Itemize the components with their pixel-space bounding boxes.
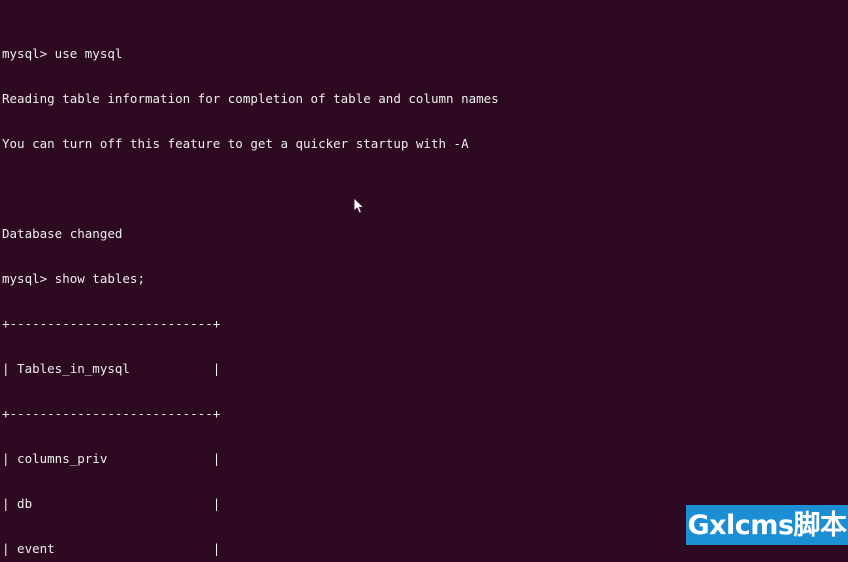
table-row: | db | — [2, 496, 221, 511]
terminal-line-turnoff-hint: You can turn off this feature to get a q… — [2, 136, 469, 151]
terminal-line-database-changed: Database changed — [2, 226, 123, 241]
terminal-screen: mysql> use mysql Reading table informati… — [2, 1, 499, 562]
table-row: | columns_priv | — [2, 451, 221, 466]
terminal-line-command-use: mysql> use mysql — [2, 46, 123, 61]
watermark-text: Gxlcms脚本 — [687, 509, 847, 541]
table-header-row: | Tables_in_mysql | — [2, 361, 221, 376]
table-separator-top: +---------------------------+ — [2, 316, 221, 331]
terminal-line-command-show-tables: mysql> show tables; — [2, 271, 145, 286]
terminal-line-blank-1 — [2, 181, 499, 196]
watermark-badge: Gxlcms脚本 — [686, 505, 848, 545]
terminal-line-reading-info: Reading table information for completion… — [2, 91, 499, 106]
table-row: | event | — [2, 541, 221, 556]
terminal-window[interactable]: mysql> use mysql Reading table informati… — [0, 0, 848, 562]
table-separator-header: +---------------------------+ — [2, 406, 221, 421]
